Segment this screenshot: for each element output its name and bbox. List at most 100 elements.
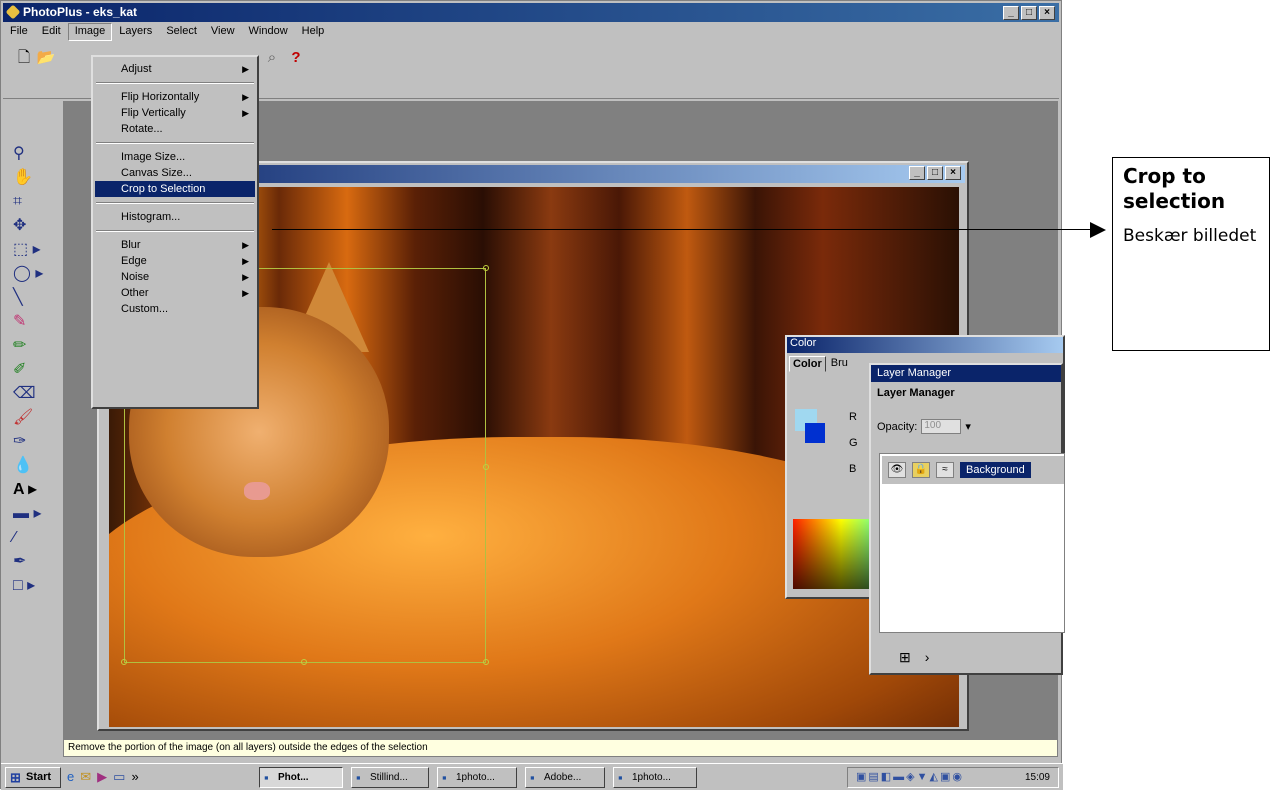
color-spectrum[interactable] [793,519,873,589]
app-window: PhotoPlus - eks_kat _ □ × File Edit Imag… [0,0,1065,790]
submenu-arrow-icon: ▶ [242,240,249,250]
taskbar: Start e ✉ ▶ ▭ » Phot... Stillind... 1pho… [1,763,1063,790]
ie-icon[interactable]: e [67,769,74,785]
ellipse-select-tool-icon[interactable]: ◯ ▸ [13,263,49,285]
color-panel-title[interactable]: Color [787,337,1063,353]
callout-arrowhead-icon [1090,222,1106,238]
callout-title: Crop to selection [1123,164,1226,213]
zoom-tool-icon[interactable]: ⚲ [13,143,49,165]
selection-handle-r[interactable] [483,464,489,470]
system-tray: ▣▤◧▬◈▼◭▣◉ 15:09 [847,767,1059,788]
pen-tool-icon[interactable]: ✒ [13,551,49,573]
lock-icon[interactable]: 🔒 [912,462,930,478]
move-tool-icon[interactable]: ✥ [13,215,49,237]
menu-item-flip-horizontally[interactable]: Flip Horizontally ▶ [93,89,257,105]
rectangle-tool-icon[interactable]: □ ▸ [13,575,49,597]
channel-b-label: B [849,463,857,475]
menu-window[interactable]: Window [242,23,295,41]
task-adobe[interactable]: Adobe... [525,767,605,788]
menu-item-edge[interactable]: Edge ▶ [93,253,257,269]
tab-layer-manager[interactable]: Layer Manager [877,387,955,399]
menu-item-rotate[interactable]: Rotate... [93,121,257,137]
crop-tool-icon[interactable]: ⌗ [13,191,49,213]
layer-row[interactable]: 👁 🔒 ≈ Background [882,456,1064,484]
callout-box: Crop to selection Beskær billedet [1112,157,1270,351]
doc-close-button[interactable]: × [945,166,961,180]
maximize-button[interactable]: □ [1021,6,1037,20]
submenu-arrow-icon: ▶ [242,256,249,266]
menu-file[interactable]: File [3,23,35,41]
selection-handle-tr[interactable] [483,265,489,271]
foreground-color-swatch[interactable] [805,423,825,443]
new-layer-icon[interactable]: ⊞ [899,649,911,666]
new-file-icon[interactable]: 🗋 [13,47,35,69]
menu-item-blur[interactable]: Blur ▶ [93,237,257,253]
tab-color[interactable]: Color [789,356,826,372]
menu-layers[interactable]: Layers [112,23,159,41]
menu-item-flip-vertically[interactable]: Flip Vertically ▶ [93,105,257,121]
menu-view[interactable]: View [204,23,242,41]
clone-tool-icon[interactable]: ✐ [13,359,49,381]
task-photo-doc-1[interactable]: 1photo... [437,767,517,788]
pencil-tool-icon[interactable]: ✏ [13,335,49,357]
hand-tool-icon[interactable]: ✋ [13,167,49,189]
fill-tool-icon[interactable]: 🖌 [13,407,49,429]
doc-minimize-button[interactable]: _ [909,166,925,180]
tool-palette: ⚲ ✋ ⌗ ✥ ⬚ ▸ ◯ ▸ ╲ ✎ ✏ ✐ ⌫ 🖌 ✑ 💧 A ▸ ▬ ▸ … [5,137,59,707]
desktop-icon[interactable]: ▭ [113,769,125,785]
menu-help[interactable]: Help [295,23,332,41]
menu-item-canvas-size[interactable]: Canvas Size... [93,165,257,181]
help-icon[interactable]: ? [285,47,307,69]
image-menu-dropdown: Adjust ▶ Flip Horizontally ▶ Flip Vertical… [91,55,259,409]
smudge-tool-icon[interactable]: ✑ [13,431,49,453]
line-tool-icon[interactable]: ╲ [13,287,49,309]
menu-item-adjust[interactable]: Adjust ▶ [93,61,257,77]
menu-item-crop-to-selection[interactable]: Crop to Selection [95,181,255,197]
more-icon[interactable]: » [131,769,138,785]
eraser-tool-icon[interactable]: ⌫ [13,383,49,405]
outlook-icon[interactable]: ✉ [80,769,91,785]
menu-item-noise[interactable]: Noise ▶ [93,269,257,285]
open-folder-icon[interactable]: 📂 [35,47,57,69]
clock: 15:09 [1024,772,1050,783]
callout-description: Beskær billedet [1123,226,1257,246]
delete-layer-icon[interactable]: › [925,649,930,666]
opacity-dropdown-icon[interactable]: ▾ [965,420,971,433]
text-tool-icon[interactable]: A ▸ [13,479,49,501]
app-titlebar[interactable]: PhotoPlus - eks_kat _ □ × [3,3,1059,22]
media-icon[interactable]: ▶ [97,769,107,785]
menu-edit[interactable]: Edit [35,23,68,41]
selection-handle-b[interactable] [301,659,307,665]
doc-maximize-button[interactable]: □ [927,166,943,180]
layer-thumbnail-icon[interactable]: ≈ [936,462,954,478]
tray-icons[interactable]: ▣▤◧▬◈▼◭▣◉ [856,768,964,787]
menu-select[interactable]: Select [159,23,204,41]
brush-tool-icon[interactable]: ✎ [13,311,49,333]
task-photoplus[interactable]: Phot... [259,767,343,788]
menu-item-custom[interactable]: Custom... [93,301,257,317]
close-button[interactable]: × [1039,6,1055,20]
menu-separator [96,202,254,204]
dropper-tool-icon[interactable]: 💧 [13,455,49,477]
rect-select-tool-icon[interactable]: ⬚ ▸ [13,239,49,261]
layer-name[interactable]: Background [960,462,1031,478]
menu-item-other[interactable]: Other ▶ [93,285,257,301]
minimize-button[interactable]: _ [1003,6,1019,20]
submenu-arrow-icon: ▶ [242,64,249,74]
menu-image[interactable]: Image [67,23,113,41]
eye-icon[interactable]: 👁 [888,462,906,478]
selection-handle-br[interactable] [483,659,489,665]
task-photo-doc-2[interactable]: 1photo... [613,767,697,788]
straight-line-tool-icon[interactable]: ⁄ [13,527,49,549]
menu-item-histogram[interactable]: Histogram... [93,209,257,225]
submenu-arrow-icon: ▶ [242,108,249,118]
start-button[interactable]: Start [5,767,61,788]
opacity-input[interactable]: 100 [921,419,962,434]
selection-handle-bl[interactable] [121,659,127,665]
tab-brush[interactable]: Bru [828,356,851,372]
menu-item-image-size[interactable]: Image Size... [93,149,257,165]
task-stillind[interactable]: Stillind... [351,767,429,788]
zoom-icon[interactable]: ⌕ [261,47,283,69]
layer-manager-title[interactable]: Layer Manager [871,365,1061,382]
shape-tool-icon[interactable]: ▬ ▸ [13,503,49,525]
